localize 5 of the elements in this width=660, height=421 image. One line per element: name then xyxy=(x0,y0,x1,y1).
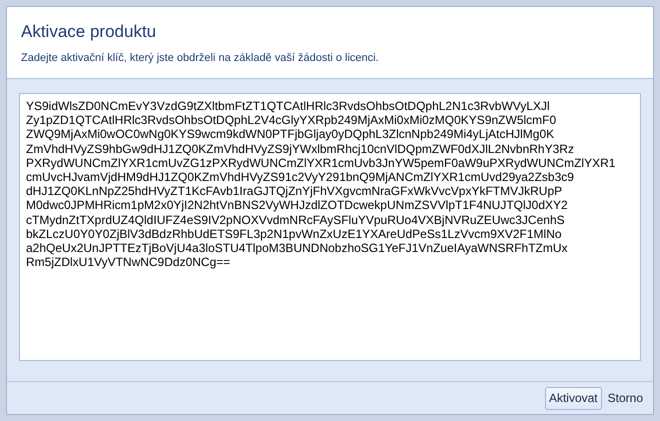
dialog-description: Zadejte aktivační klíč, který jste obdrželi na základě vaší žádosti o licenci. xyxy=(21,51,380,65)
license-key-field[interactable]: YS9idWlsZD0NCmEvY3VzdG9tZXltbmFtZT1QTCAtlHRlc3RvdsOhbsOtDQphL2N1c3RvbWVyLXJl Zy1pZD1QTCAtlHRlc3RvdsOhbsOtDQphL2V4cGlyYXRpb249MjAxMi0xMi0zMQ0KYS9nZW5lcmF0 ZWQ9MjAxMi0wOC0wNg0KYS9wcm9kdWN0PTFjbGljay0yDQphL3ZlcnNpb249Mi4yLjAtcHJlMg0K ZmVhdHVyZS9hbGw9dHJ1ZQ0KZmVhdHVyZS9jYWxlbmRhcj10cnVlDQpmZWF0dXJlL2NvbnRhY3Rz PXRydWUNCmZlYXR1cmUvZG1zPXRydWUNCmZlYXR1cmUvb3JnYW5pemF0aW9uPXRydWUNCmZlYXR1 cmUvcHJvamVjdHM9dHJ1ZQ0KZmVhdHVyZS91c2VyY291bnQ9MjANCmZlYXR1cmUvd29ya2Zsb3c9 dHJ1ZQ0KLnNpZ25hdHVyZT1KcFAvb1IraGJTQjZnYjFhVXgvcmNraGFxWkVvcVpxYkFTMVJkRUpP M0dwc0JPMHRicm1pM2x0YjI2N2htVnBNS2VyWHJzdlZOTDcwekpUNmZSVVlpT1F4NUJTQlJ0dXY2 cTMydnZtTXprdUZ4QldIUFZ4eS9IV2pNOXVvdmNRcFAySFluYVpuRUo4VXBjNVRuZEUwc3JCenhS bkZLczU0Y0Y0ZjBlV3dBdzRhbUdETS9FL3p2N1pvWnZxUzE1YXAreUdPeSs1LzVvcm9XV2F1MlNo a2hQeUx2UnJPTTEzTjBoVjU4a3loSTU4TlpoM3BUNDNobzhoSG1YeFJ1VnZueIAyaWNSRFhTZmUx Rm5jZDlxU1VyVTNwNC9Ddz0NCg== xyxy=(19,93,641,361)
activate-button[interactable]: Aktivovat xyxy=(544,386,602,410)
dialog-title: Aktivace produktu xyxy=(21,21,158,43)
cancel-button[interactable]: Storno xyxy=(604,386,647,410)
